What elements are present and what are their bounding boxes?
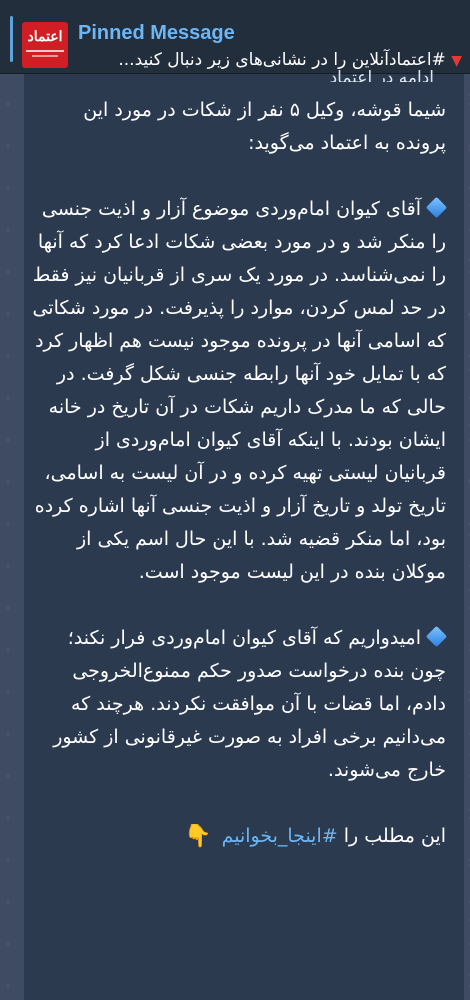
- message-text: شیما قوشه، وکیل ۵ نفر از شکات در مورد ای…: [24, 94, 454, 853]
- pinned-title: Pinned Message: [78, 22, 235, 44]
- message-intro: شیما قوشه، وکیل ۵ نفر از شکات در مورد ای…: [83, 99, 446, 154]
- red-triangle-icon: ▼: [451, 53, 462, 69]
- channel-logo: اعتماد: [27, 29, 63, 45]
- message-cutoff-line: ادامه در اعتماد: [329, 68, 434, 82]
- message-paragraph-2: امیدواریم که آقای کیوان امام‌وردی فرار ن…: [32, 622, 448, 787]
- logo-underline-2: [32, 55, 58, 57]
- footer-prefix: این مطلب را: [343, 825, 446, 847]
- blue-diamond-icon: [425, 625, 448, 648]
- pinned-thumbnail: اعتماد: [22, 22, 68, 68]
- pinned-message-bar[interactable]: اعتماد Pinned Message ▼ #اعتمادآنلاین را…: [0, 0, 470, 74]
- paragraph-1-text: آقای کیوان امام‌وردی موضوع آزار و اذیت ج…: [32, 198, 446, 583]
- message-paragraph-1: آقای کیوان امام‌وردی موضوع آزار و اذیت ج…: [32, 193, 448, 589]
- pinned-accent-line: [10, 16, 13, 62]
- paragraph-2-text: امیدواریم که آقای کیوان امام‌وردی فرار ن…: [53, 627, 446, 781]
- pinned-text-content: #اعتمادآنلاین را در نشانی‌های زیر دنبال …: [118, 50, 446, 70]
- pointing-down-hand-icon: 👇: [184, 823, 212, 849]
- hashtag-link[interactable]: #اینجا_بخوانیم: [222, 825, 338, 847]
- message-bubble: ادامه در اعتماد شیما قوشه، وکیل ۵ نفر از…: [24, 68, 464, 1000]
- blue-diamond-icon: [425, 196, 448, 219]
- message-footer: این مطلب را #اینجا_بخوانیم 👇: [32, 820, 446, 853]
- logo-underline: [26, 50, 64, 52]
